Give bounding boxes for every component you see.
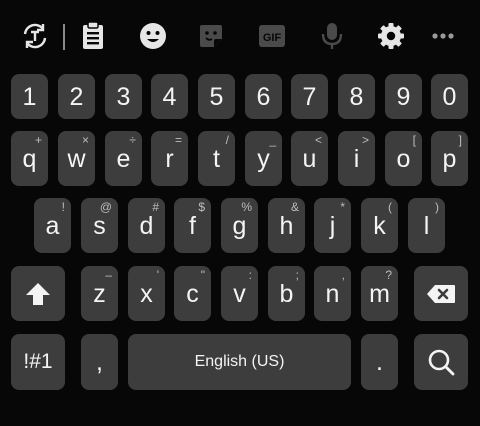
key-s[interactable]: @ s xyxy=(81,198,118,253)
key-g[interactable]: % g xyxy=(221,198,258,253)
key-u[interactable]: < u xyxy=(291,131,328,186)
key-4[interactable]: 4 xyxy=(151,74,188,119)
key-e[interactable]: ÷ e xyxy=(105,131,142,186)
key-n[interactable]: ,n xyxy=(314,266,351,321)
symbols-key[interactable]: !#1 xyxy=(11,334,65,390)
key-6[interactable]: 6 xyxy=(245,74,282,119)
key-t[interactable]: / t xyxy=(198,131,235,186)
key-x[interactable]: ' x xyxy=(128,266,165,321)
translate-icon[interactable] xyxy=(17,18,53,54)
key-7[interactable]: 7 xyxy=(291,74,328,119)
keyboard-toolbar: GIF xyxy=(0,0,480,72)
shift-icon xyxy=(11,266,65,321)
gif-label: GIF xyxy=(263,32,282,44)
key-2[interactable]: 2 xyxy=(58,74,95,119)
key-d[interactable]: # d xyxy=(128,198,165,253)
search-icon xyxy=(414,334,468,390)
key-j[interactable]: * j xyxy=(314,198,351,253)
key-9[interactable]: 9 xyxy=(385,74,422,119)
key-m[interactable]: ? m xyxy=(361,266,398,321)
key-i[interactable]: > i xyxy=(338,131,375,186)
shift-key[interactable] xyxy=(11,266,65,321)
space-bar[interactable]: English (US) xyxy=(128,334,351,390)
backspace-icon xyxy=(414,266,468,321)
key-8[interactable]: 8 xyxy=(338,74,375,119)
key-a[interactable]: ! a xyxy=(34,198,71,253)
key-v[interactable]: :v xyxy=(221,266,258,321)
comma-key[interactable]: , xyxy=(81,334,118,390)
key-3[interactable]: 3 xyxy=(105,74,142,119)
toolbar-divider xyxy=(63,24,65,50)
key-y[interactable]: _ y xyxy=(245,131,282,186)
key-p[interactable]: ] p xyxy=(431,131,468,186)
microphone-icon[interactable] xyxy=(314,18,350,54)
key-q[interactable]: + q xyxy=(11,131,48,186)
key-r[interactable]: = r xyxy=(151,131,188,186)
gif-icon[interactable]: GIF xyxy=(254,18,290,54)
key-f[interactable]: $ f xyxy=(174,198,211,253)
key-o[interactable]: [o xyxy=(385,131,422,186)
key-0[interactable]: 0 xyxy=(431,74,468,119)
emoji-icon[interactable] xyxy=(135,18,171,54)
key-5[interactable]: 5 xyxy=(198,74,235,119)
key-1[interactable]: 1 xyxy=(11,74,48,119)
clipboard-icon[interactable] xyxy=(75,18,111,54)
search-key[interactable] xyxy=(414,334,468,390)
settings-icon[interactable] xyxy=(373,18,409,54)
more-icon[interactable] xyxy=(425,18,461,54)
key-l[interactable]: ) l xyxy=(408,198,445,253)
key-k[interactable]: (k xyxy=(361,198,398,253)
period-key[interactable]: . xyxy=(361,334,398,390)
sticker-icon[interactable] xyxy=(193,18,229,54)
key-h[interactable]: & h xyxy=(268,198,305,253)
key-z[interactable]: – z xyxy=(81,266,118,321)
key-c[interactable]: " c xyxy=(174,266,211,321)
backspace-key[interactable] xyxy=(414,266,468,321)
key-w[interactable]: × w xyxy=(58,131,95,186)
key-b[interactable]: ; b xyxy=(268,266,305,321)
